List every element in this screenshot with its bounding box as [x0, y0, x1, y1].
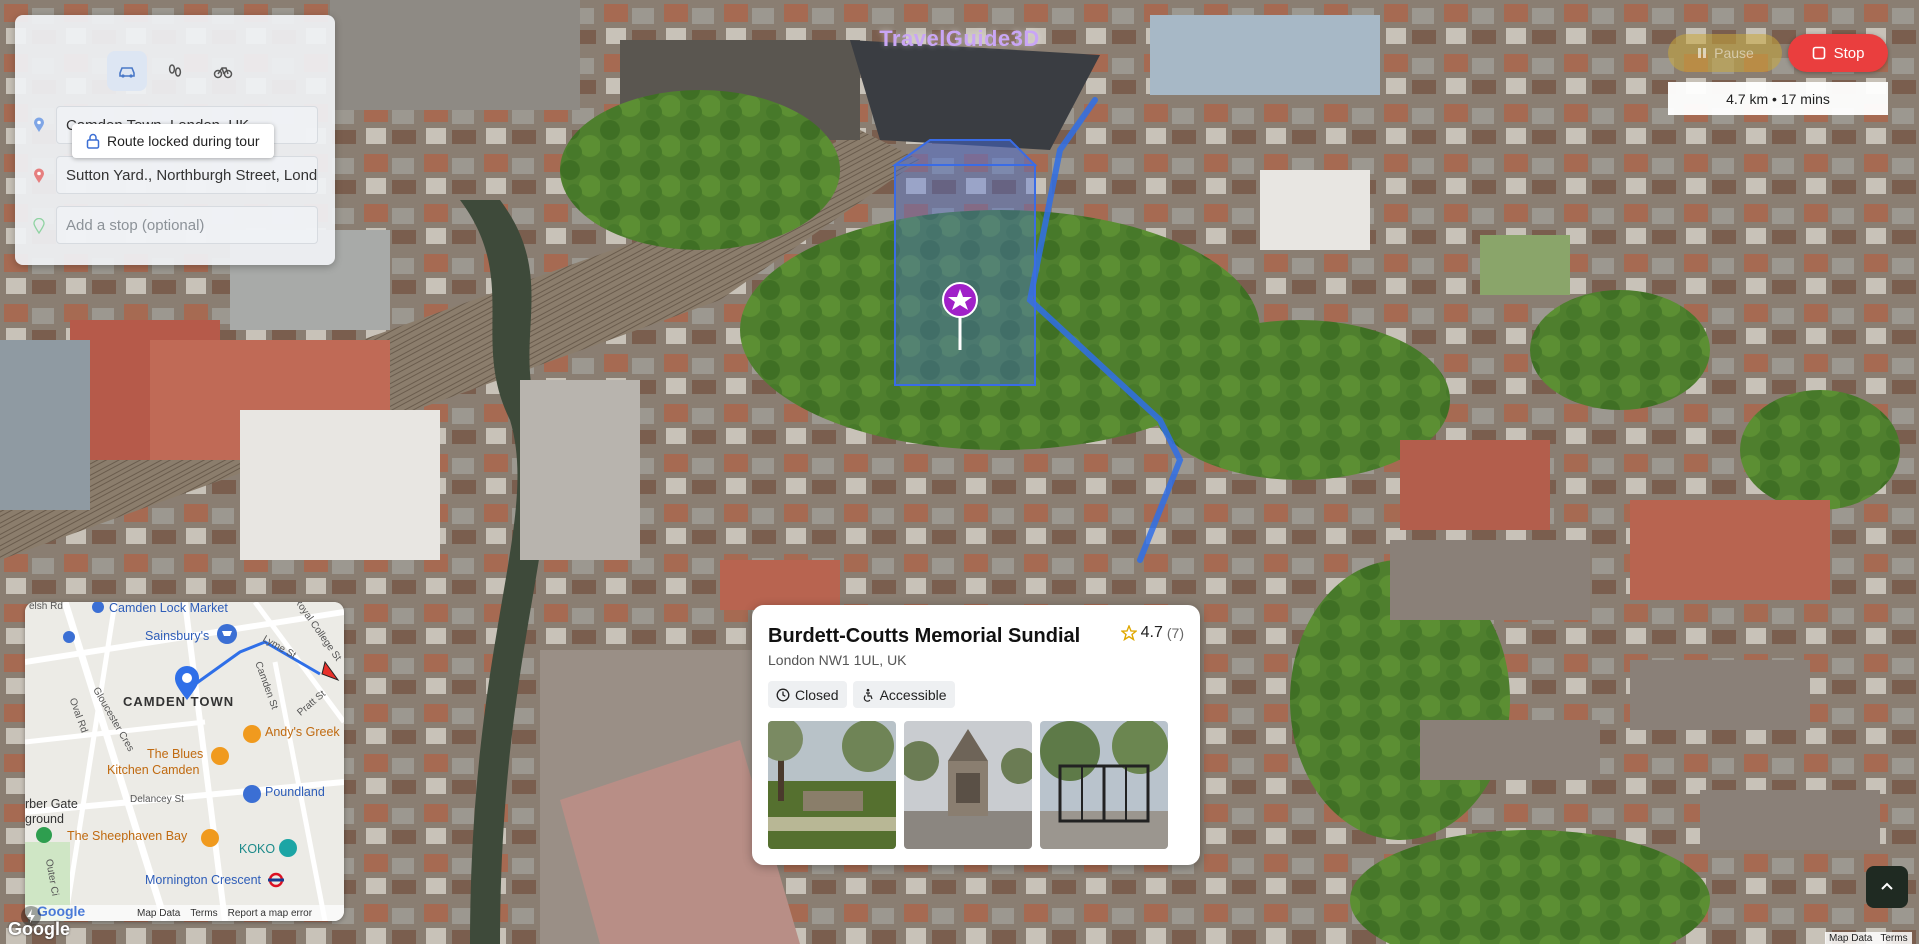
- minimap-label-sheephaven: The Sheephaven Bay: [67, 829, 188, 843]
- minimap-label-mornington: Mornington Crescent: [145, 873, 262, 887]
- accessibility-chip: Accessible: [852, 681, 955, 708]
- minimap-terms-link[interactable]: Terms: [190, 908, 217, 919]
- bar-pin-icon: [211, 747, 229, 765]
- minimap-street-delancey: Delancey St: [130, 794, 184, 805]
- food-pin-icon: [243, 725, 261, 743]
- monument-photo: [904, 721, 1032, 849]
- garden-photo: [768, 721, 896, 849]
- minimap-label-blues-2: Kitchen Camden: [107, 763, 200, 777]
- minimap-report-link[interactable]: Report a map error: [228, 908, 312, 919]
- stop-pin-icon: [33, 218, 45, 234]
- pause-label: Pause: [1714, 45, 1754, 61]
- poi-photo-2[interactable]: [904, 721, 1032, 849]
- minimap[interactable]: elsh Rd Camden Lock Market Sainsbury's C…: [25, 602, 344, 921]
- pause-icon: [1698, 48, 1707, 58]
- minimap-label-blues-1: The Blues: [147, 747, 204, 761]
- add-stop-input[interactable]: Add a stop (optional): [56, 206, 318, 244]
- map-data-link[interactable]: Map Data: [1829, 933, 1872, 944]
- gate-photo: [1040, 721, 1168, 849]
- google-logo: Google: [8, 919, 70, 939]
- pause-button[interactable]: Pause: [1668, 34, 1782, 72]
- minimap-label-camden-lock: Camden Lock Market: [109, 602, 228, 615]
- mode-walking-button[interactable]: [155, 51, 195, 91]
- minimap-label-koko: KOKO: [239, 842, 276, 856]
- origin-pin-icon: [34, 117, 44, 132]
- status-chip: Closed: [768, 681, 847, 708]
- minimap-label-andys: Andy's Greek: [265, 725, 340, 739]
- mode-driving-button[interactable]: [107, 51, 147, 91]
- poi-rating-count: (7): [1166, 625, 1184, 641]
- travel-mode-selector: [107, 51, 243, 91]
- car-icon: [119, 67, 135, 78]
- scroll-up-button[interactable]: [1866, 866, 1908, 908]
- poi-address: London NW1 1UL, UK: [768, 652, 907, 668]
- bicycle-icon: [213, 67, 233, 79]
- poi-name: Burdett-Coutts Memorial Sundial: [768, 625, 1081, 647]
- underground-icon: [268, 872, 284, 888]
- terms-link[interactable]: Terms: [1880, 933, 1907, 944]
- stop-button[interactable]: Stop: [1788, 34, 1888, 72]
- mode-cycling-button[interactable]: [203, 51, 243, 91]
- music-venue-pin-icon: [279, 839, 297, 857]
- lock-tooltip-text: Route locked during tour: [107, 133, 260, 149]
- map-attribution: Map Data Terms: [1825, 932, 1912, 944]
- footprints-icon: [168, 64, 182, 77]
- poi-rating-value: 4.7: [1140, 624, 1163, 641]
- minimap-label-camden-town: CAMDEN TOWN: [123, 694, 235, 709]
- route-locked-tooltip: Route locked during tour: [72, 124, 274, 158]
- stop-label: Stop: [1833, 44, 1865, 62]
- destination-pin-icon: [34, 168, 44, 183]
- minimap-google-logo: Google: [37, 903, 86, 919]
- minimap-label-top-left: elsh Rd: [29, 602, 63, 612]
- add-stop-placeholder: Add a stop (optional): [66, 216, 205, 234]
- shopping-cart-pin-icon: [217, 624, 237, 644]
- accessible-icon: [863, 688, 873, 702]
- poi-chips: Closed Accessible: [768, 681, 955, 708]
- poi-photos: [768, 721, 1168, 849]
- star-icon: [1120, 625, 1137, 641]
- minimap-label-harber-1: rber Gate: [25, 797, 78, 811]
- store-pin-icon: [243, 785, 261, 803]
- status-chip-label: Closed: [795, 686, 839, 703]
- clock-icon: [776, 688, 790, 701]
- shop-pin-icon: [63, 631, 75, 643]
- poi-rating: 4.7 (7): [1120, 624, 1184, 642]
- poi-photo-3[interactable]: [1040, 721, 1168, 849]
- minimap-label-poundland: Poundland: [265, 785, 325, 799]
- minimap-label-sainsburys: Sainsbury's: [145, 629, 210, 643]
- destination-input[interactable]: Sutton Yard., Northburgh Street, London: [56, 156, 318, 194]
- minimap-map-data-link[interactable]: Map Data: [137, 908, 180, 919]
- poi-info-card: Burdett-Coutts Memorial Sundial London N…: [752, 605, 1200, 865]
- chevron-up-icon: [1881, 882, 1893, 890]
- lock-icon: [86, 133, 100, 149]
- pub-pin-icon: [201, 829, 219, 847]
- poi-photo-1[interactable]: [768, 721, 896, 849]
- accessibility-chip-label: Accessible: [879, 686, 947, 703]
- stop-square-icon: [1812, 46, 1825, 60]
- minimap-label-harber-2: ground: [25, 812, 64, 826]
- route-distance-time: 4.7 km • 17 mins: [1668, 82, 1888, 115]
- park-pin-icon: [36, 827, 52, 843]
- market-pin-icon: [92, 602, 104, 613]
